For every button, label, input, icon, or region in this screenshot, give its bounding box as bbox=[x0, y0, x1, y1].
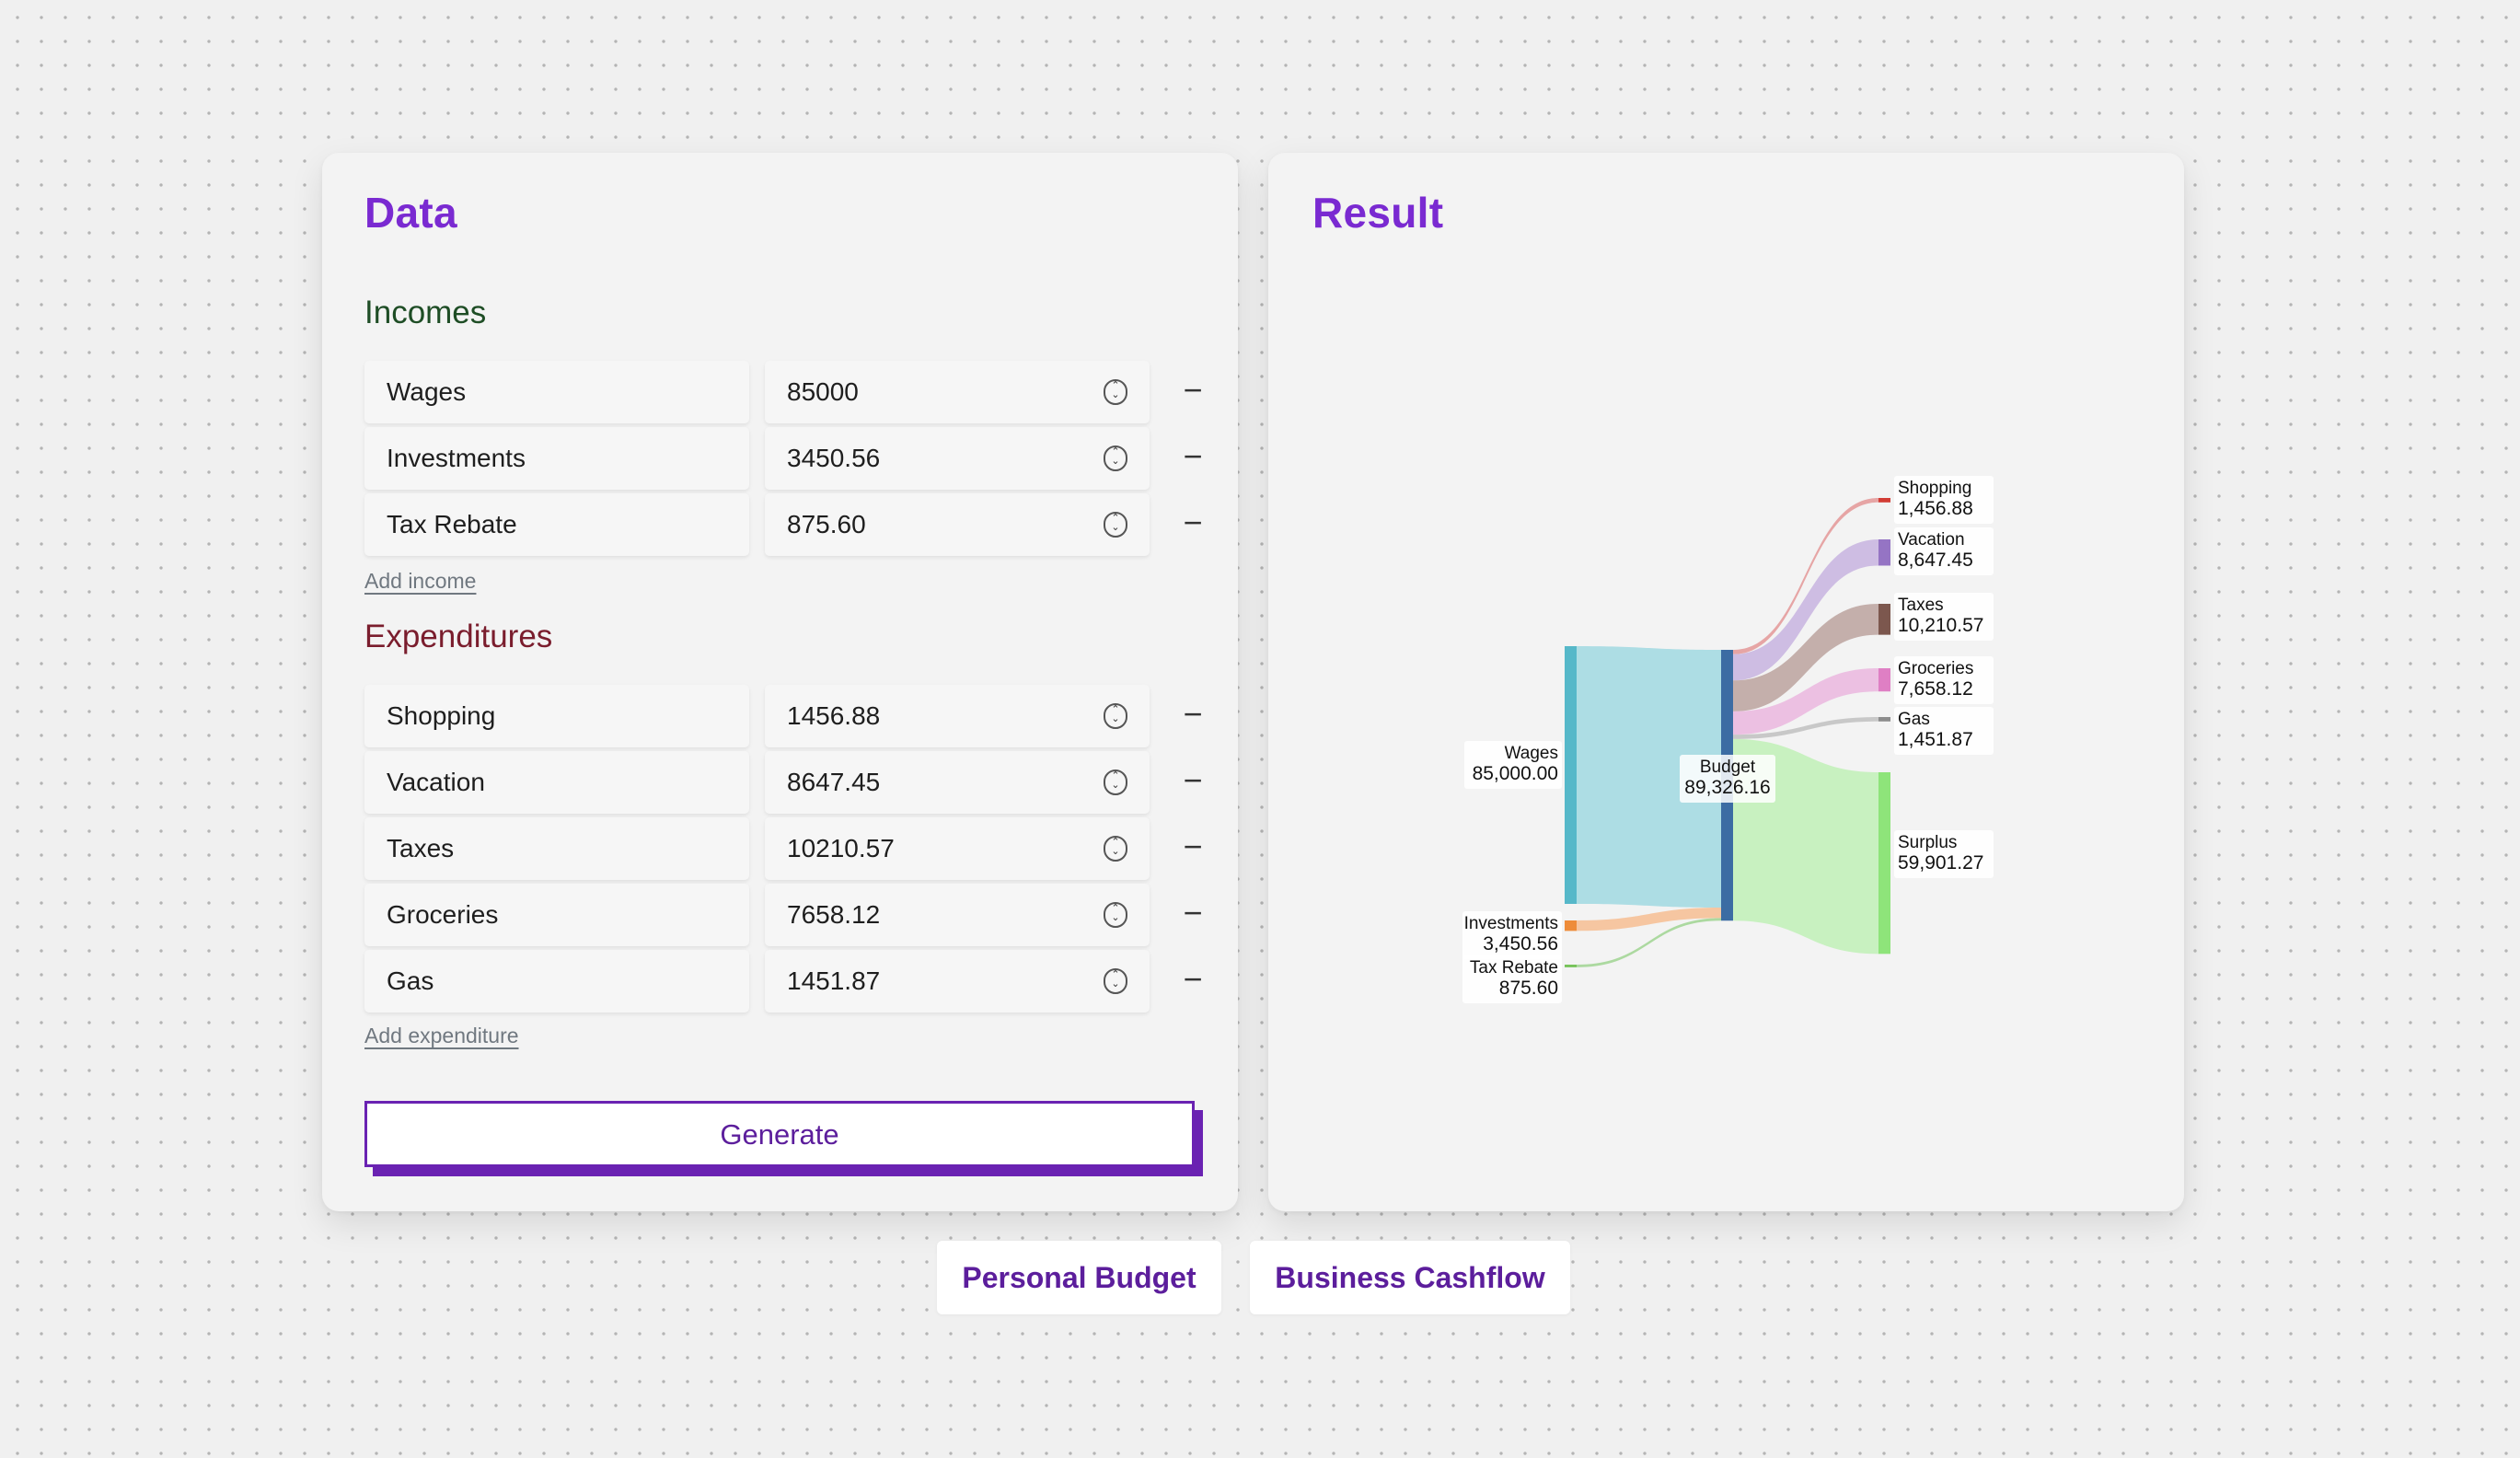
target-vacation-label: Vacation bbox=[1898, 530, 1965, 550]
incomes-heading: Incomes bbox=[364, 295, 487, 330]
expenditure-value-field[interactable]: 7658.12 ⌃ ⌄ bbox=[765, 884, 1150, 946]
remove-income-button[interactable]: − bbox=[1174, 493, 1211, 556]
target-taxes-label: Taxes bbox=[1898, 596, 1944, 615]
expenditure-name-field[interactable]: Vacation bbox=[364, 751, 749, 814]
node-gas bbox=[1878, 717, 1890, 722]
number-stepper-icon[interactable]: ⌃ ⌄ bbox=[1104, 446, 1127, 471]
expenditure-value-field[interactable]: 8647.45 ⌃ ⌄ bbox=[765, 751, 1150, 814]
number-stepper-icon[interactable]: ⌃ ⌄ bbox=[1104, 836, 1127, 862]
expenditure-value-field[interactable]: 1451.87 ⌃ ⌄ bbox=[765, 950, 1150, 1012]
income-value-field[interactable]: 85000 ⌃ ⌄ bbox=[765, 361, 1150, 423]
source-investments-value-label: 3,450.56 bbox=[1483, 933, 1558, 955]
number-stepper-icon[interactable]: ⌃ ⌄ bbox=[1104, 379, 1127, 405]
result-panel: Result Wages 85,000.00 Investments 3,450.56… bbox=[1268, 153, 2184, 1211]
income-value-text: 85000 bbox=[787, 377, 859, 406]
expenditure-name-field[interactable]: Shopping bbox=[364, 685, 749, 747]
number-stepper-icon[interactable]: ⌃ ⌄ bbox=[1104, 902, 1127, 928]
income-value-field[interactable]: 875.60 ⌃ ⌄ bbox=[765, 493, 1150, 556]
expenditure-value-text: 8647.45 bbox=[787, 768, 881, 796]
node-taxes bbox=[1878, 604, 1890, 635]
target-surplus-label: Surplus bbox=[1898, 833, 1957, 852]
source-wages-label: Wages bbox=[1505, 744, 1558, 763]
number-stepper-icon[interactable]: ⌃ ⌄ bbox=[1104, 968, 1127, 994]
income-row: Wages 85000 ⌃ ⌄ − bbox=[364, 361, 1203, 423]
personal-budget-button[interactable]: Personal Budget bbox=[937, 1241, 1221, 1314]
target-shopping-label: Shopping bbox=[1898, 479, 1971, 498]
budget-label: Budget bbox=[1700, 758, 1756, 777]
target-surplus-value-label: 59,901.27 bbox=[1898, 852, 1983, 874]
number-stepper-icon[interactable]: ⌃ ⌄ bbox=[1104, 512, 1127, 538]
income-name-field[interactable]: Investments bbox=[364, 427, 749, 490]
business-cashflow-button[interactable]: Business Cashflow bbox=[1250, 1241, 1570, 1314]
expenditure-value-field[interactable]: 10210.57 ⌃ ⌄ bbox=[765, 817, 1150, 880]
income-value-field[interactable]: 3450.56 ⌃ ⌄ bbox=[765, 427, 1150, 490]
link-investments bbox=[1577, 908, 1721, 932]
income-row: Tax Rebate 875.60 ⌃ ⌄ − bbox=[364, 493, 1203, 556]
target-gas-label: Gas bbox=[1898, 710, 1930, 729]
expenditures-heading: Expenditures bbox=[364, 619, 553, 654]
expenditure-row: Vacation 8647.45 ⌃ ⌄ − bbox=[364, 751, 1203, 814]
expenditure-value-text: 1451.87 bbox=[787, 966, 881, 995]
node-groceries bbox=[1878, 668, 1890, 692]
target-shopping-value-label: 1,456.88 bbox=[1898, 498, 1973, 519]
number-stepper-icon[interactable]: ⌃ ⌄ bbox=[1104, 703, 1127, 729]
income-value-text: 875.60 bbox=[787, 510, 866, 538]
remove-expenditure-button[interactable]: − bbox=[1174, 685, 1211, 747]
node-tax-rebate bbox=[1565, 965, 1577, 967]
remove-income-button[interactable]: − bbox=[1174, 361, 1211, 423]
expenditure-name-field[interactable]: Taxes bbox=[364, 817, 749, 880]
data-panel: Data Incomes Wages 85000 ⌃ ⌄ − Investments… bbox=[322, 153, 1238, 1211]
target-groceries-value-label: 7,658.12 bbox=[1898, 678, 1973, 700]
remove-income-button[interactable]: − bbox=[1174, 427, 1211, 490]
expenditure-row: Groceries 7658.12 ⌃ ⌄ − bbox=[364, 884, 1203, 946]
income-row: Investments 3450.56 ⌃ ⌄ − bbox=[364, 427, 1203, 490]
node-investments bbox=[1565, 920, 1577, 932]
data-panel-title: Data bbox=[364, 189, 457, 237]
remove-expenditure-button[interactable]: − bbox=[1174, 950, 1211, 1012]
node-shopping bbox=[1878, 498, 1890, 503]
source-investments-label: Investments bbox=[1464, 914, 1558, 933]
expenditure-row: Shopping 1456.88 ⌃ ⌄ − bbox=[364, 685, 1203, 747]
sankey-chart: Wages85,000.00 Investments3,450.56 Tax Reb… bbox=[1462, 476, 1994, 1003]
expenditure-value-text: 1456.88 bbox=[787, 701, 881, 730]
remove-expenditure-button[interactable]: − bbox=[1174, 884, 1211, 946]
target-vacation-value-label: 8,647.45 bbox=[1898, 550, 1973, 571]
expenditure-value-text: 7658.12 bbox=[787, 900, 881, 929]
income-value-text: 3450.56 bbox=[787, 444, 881, 472]
target-gas-value-label: 1,451.87 bbox=[1898, 729, 1973, 750]
income-name-field[interactable]: Wages bbox=[364, 361, 749, 423]
expenditure-name-field[interactable]: Gas bbox=[364, 950, 749, 1012]
income-name-field[interactable]: Tax Rebate bbox=[364, 493, 749, 556]
source-tax-rebate-label: Tax Rebate bbox=[1470, 958, 1558, 978]
expenditure-value-field[interactable]: 1456.88 ⌃ ⌄ bbox=[765, 685, 1150, 747]
generate-button[interactable]: Generate bbox=[364, 1101, 1195, 1167]
expenditure-row: Gas 1451.87 ⌃ ⌄ − bbox=[364, 950, 1203, 1012]
target-groceries-label: Groceries bbox=[1898, 659, 1973, 678]
remove-expenditure-button[interactable]: − bbox=[1174, 817, 1211, 880]
source-wages-value-label: 85,000.00 bbox=[1473, 763, 1558, 784]
budget-value-label: 89,326.16 bbox=[1684, 777, 1770, 798]
number-stepper-icon[interactable]: ⌃ ⌄ bbox=[1104, 770, 1127, 795]
node-surplus bbox=[1878, 772, 1890, 955]
node-wages bbox=[1565, 646, 1577, 904]
source-tax-rebate-value-label: 875.60 bbox=[1499, 978, 1558, 999]
target-taxes-value-label: 10,210.57 bbox=[1898, 615, 1983, 636]
remove-expenditure-button[interactable]: − bbox=[1174, 751, 1211, 814]
expenditure-value-text: 10210.57 bbox=[787, 834, 895, 862]
node-vacation bbox=[1878, 539, 1890, 566]
add-income-link[interactable]: Add income bbox=[364, 569, 476, 594]
expenditure-name-field[interactable]: Groceries bbox=[364, 884, 749, 946]
expenditure-row: Taxes 10210.57 ⌃ ⌄ − bbox=[364, 817, 1203, 880]
add-expenditure-link[interactable]: Add expenditure bbox=[364, 1024, 519, 1048]
